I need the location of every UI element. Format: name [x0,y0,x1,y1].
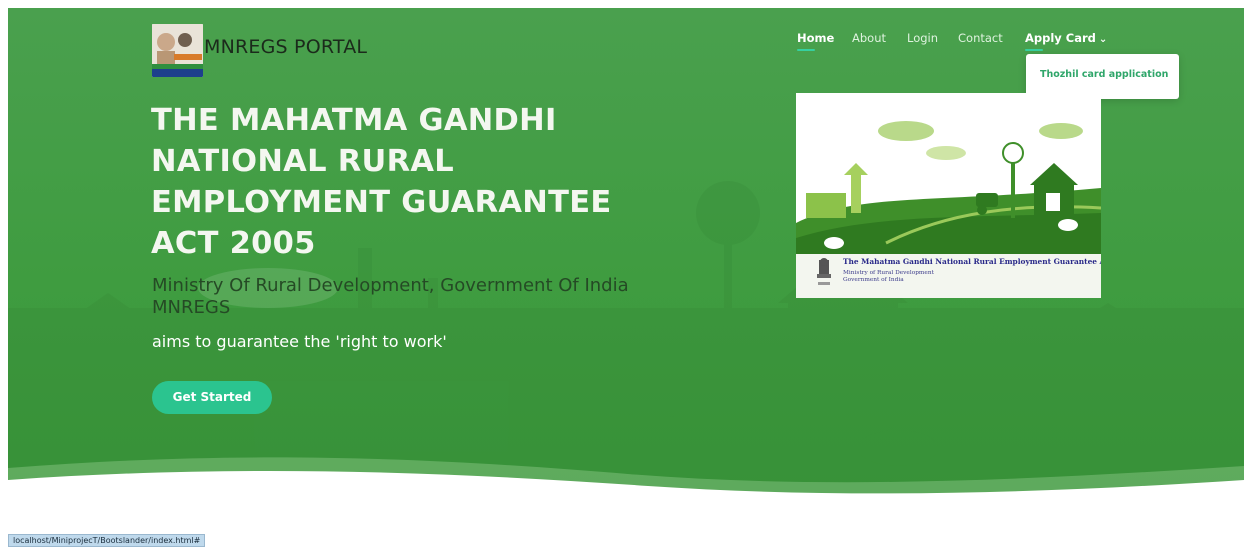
illustration-title: The Mahatma Gandhi National Rural Employ… [843,257,1101,266]
brand-name[interactable]: MNREGS PORTAL [204,36,367,58]
illustration-caption: The Mahatma Gandhi National Rural Employ… [796,254,1101,298]
portal-logo-photo[interactable] [152,24,203,77]
illustration-government: Government of India [843,277,904,283]
dropdown-item-thozhil-card[interactable]: Thozhil card application [1040,69,1168,80]
illustration-ministry: Ministry of Rural Development [843,270,934,276]
nav-contact[interactable]: Contact [958,31,1003,45]
get-started-button[interactable]: Get Started [152,381,272,414]
nav-active-underline [797,49,815,51]
hero-tagline: aims to guarantee the 'right to work' [152,332,447,351]
hero-section: MNREGS PORTAL Home About Login Contact A… [8,8,1244,502]
nav-login[interactable]: Login [907,31,938,45]
nav-apply-card[interactable]: Apply Card ⌄ [1025,31,1107,45]
hero-headline: THE MAHATMA GANDHI NATIONAL RURAL EMPLOY… [151,100,711,264]
headline-line: EMPLOYMENT GUARANTEE [151,185,612,220]
nav-hover-underline [1025,49,1043,51]
nav-about[interactable]: About [852,31,886,45]
headline-line: THE MAHATMA GANDHI [151,103,557,138]
hero-subtitle: Ministry Of Rural Development, Governmen… [152,275,629,318]
nav-apply-card-label: Apply Card [1025,31,1096,45]
chevron-down-icon: ⌄ [1098,34,1108,45]
browser-status-url: localhost/MiniprojecT/Bootslander/index.… [8,534,206,547]
farm-scene-image [796,93,1101,255]
nav-home[interactable]: Home [797,31,834,45]
logo-image [152,24,203,77]
headline-line: ACT 2005 [151,226,316,261]
national-emblem-icon [817,258,831,285]
mnrega-illustration: The Mahatma Gandhi National Rural Employ… [796,93,1101,298]
headline-line: NATIONAL RURAL [151,144,455,179]
